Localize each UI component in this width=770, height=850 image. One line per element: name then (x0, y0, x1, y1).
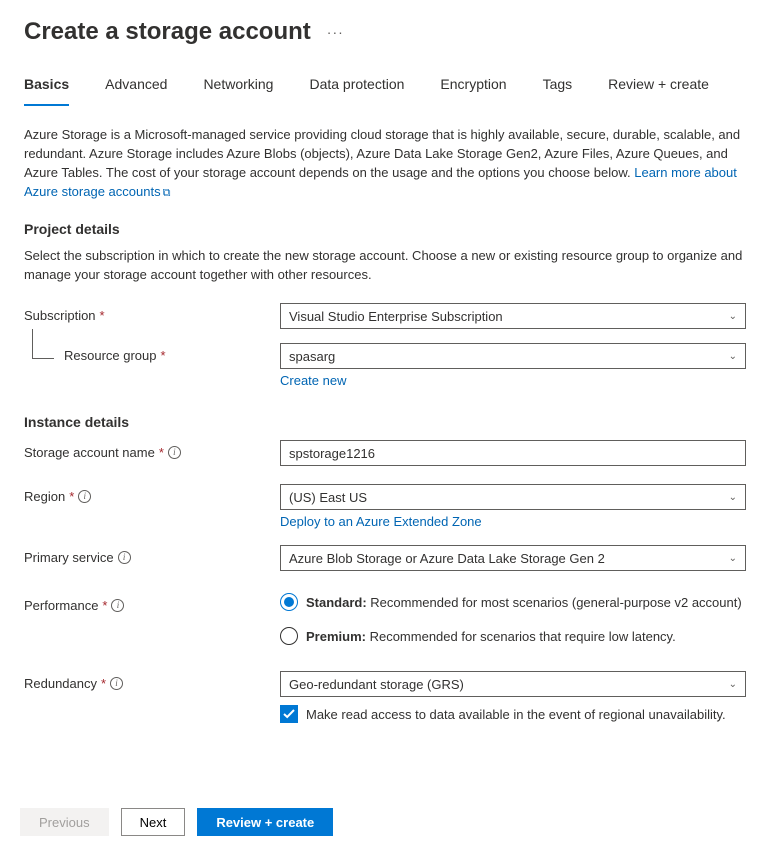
instance-details-heading: Instance details (24, 414, 746, 430)
primary-service-select[interactable]: Azure Blob Storage or Azure Data Lake St… (280, 545, 746, 571)
tab-encryption[interactable]: Encryption (440, 68, 506, 106)
page-title: Create a storage account (24, 18, 311, 46)
create-new-link[interactable]: Create new (280, 373, 346, 388)
chevron-down-icon: ⌄ (729, 351, 737, 362)
resource-group-select[interactable]: spasarg ⌄ (280, 343, 746, 369)
storage-account-name-label: Storage account name * i (24, 440, 280, 460)
info-icon[interactable]: i (118, 551, 131, 564)
info-icon[interactable]: i (168, 446, 181, 459)
tab-basics[interactable]: Basics (24, 68, 69, 106)
chevron-down-icon: ⌄ (729, 553, 737, 564)
region-select[interactable]: (US) East US ⌄ (280, 484, 746, 510)
read-access-checkbox[interactable]: Make read access to data available in th… (280, 705, 746, 723)
performance-standard-text: Standard: Recommended for most scenarios… (306, 595, 742, 610)
more-menu-icon[interactable]: ··· (327, 24, 344, 40)
performance-premium-text: Premium: Recommended for scenarios that … (306, 629, 676, 644)
performance-standard-radio[interactable]: Standard: Recommended for most scenarios… (280, 593, 746, 611)
intro-text: Azure Storage is a Microsoft-managed ser… (24, 126, 746, 201)
read-access-label: Make read access to data available in th… (306, 707, 726, 722)
performance-label: Performance * i (24, 593, 280, 613)
radio-icon (280, 627, 298, 645)
tab-networking[interactable]: Networking (203, 68, 273, 106)
info-icon[interactable]: i (111, 599, 124, 612)
checkbox-checked-icon (280, 705, 298, 723)
tab-review-create[interactable]: Review + create (608, 68, 709, 106)
resource-group-label: Resource group * (64, 343, 280, 363)
redundancy-label: Redundancy * i (24, 671, 280, 691)
tab-data-protection[interactable]: Data protection (309, 68, 404, 106)
info-icon[interactable]: i (110, 677, 123, 690)
primary-service-label: Primary service i (24, 545, 280, 565)
footer-bar: Previous Next Review + create (0, 794, 770, 850)
storage-account-name-input[interactable] (280, 440, 746, 466)
previous-button: Previous (20, 808, 109, 836)
tab-tags[interactable]: Tags (543, 68, 573, 106)
intro-paragraph: Azure Storage is a Microsoft-managed ser… (24, 127, 740, 180)
subscription-select[interactable]: Visual Studio Enterprise Subscription ⌄ (280, 303, 746, 329)
deploy-extended-zone-link[interactable]: Deploy to an Azure Extended Zone (280, 514, 482, 529)
radio-icon (280, 593, 298, 611)
chevron-down-icon: ⌄ (729, 492, 737, 503)
project-details-desc: Select the subscription in which to crea… (24, 247, 746, 285)
tree-line (32, 329, 54, 359)
region-label: Region * i (24, 484, 280, 504)
tab-bar: Basics Advanced Networking Data protecti… (0, 52, 770, 106)
external-link-icon: ⧉ (163, 187, 171, 199)
chevron-down-icon: ⌄ (729, 679, 737, 690)
chevron-down-icon: ⌄ (729, 311, 737, 322)
next-button[interactable]: Next (121, 808, 186, 836)
performance-premium-radio[interactable]: Premium: Recommended for scenarios that … (280, 627, 746, 645)
tab-advanced[interactable]: Advanced (105, 68, 167, 106)
redundancy-select[interactable]: Geo-redundant storage (GRS) ⌄ (280, 671, 746, 697)
subscription-label: Subscription * (24, 303, 280, 323)
project-details-heading: Project details (24, 221, 746, 237)
review-create-button[interactable]: Review + create (197, 808, 333, 836)
info-icon[interactable]: i (78, 490, 91, 503)
